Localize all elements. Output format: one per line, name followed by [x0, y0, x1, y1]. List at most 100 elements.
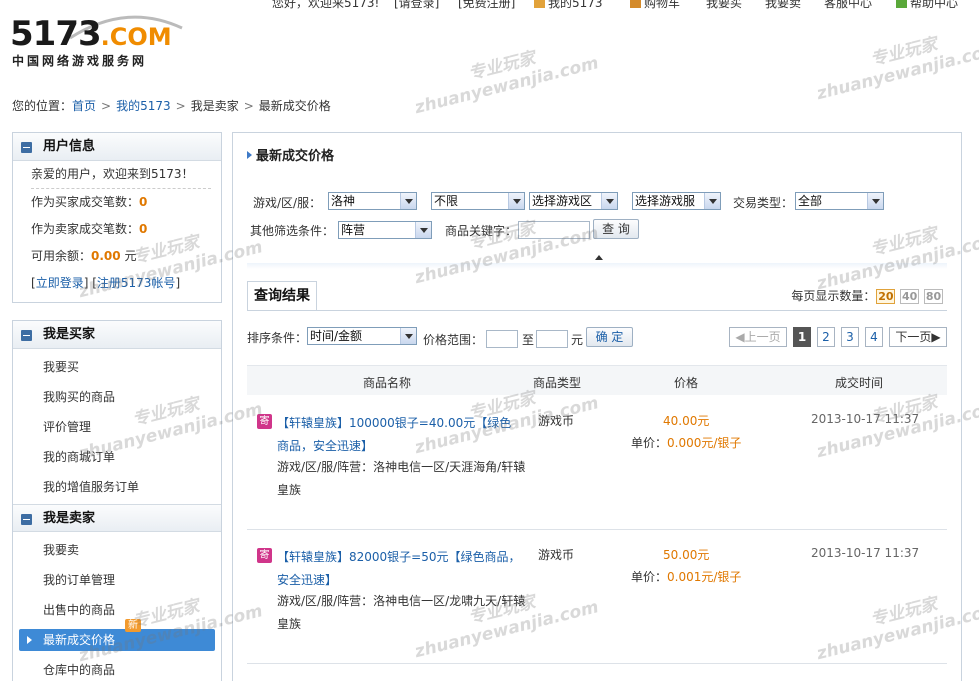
menu-item-on-sale[interactable]: 出售中的商品	[13, 595, 221, 625]
arrow-right-icon	[27, 636, 32, 644]
trade-type-label: 交易类型：	[733, 196, 794, 210]
side-menu-panel: 我是买家 我要买 我购买的商品 评价管理 我的商城订单 我的增值服务订单 我是卖…	[12, 320, 222, 681]
table-row: 寄 【轩辕皇族】82000银子=50元【绿色商品，安全迅速】 游戏/区/服/阵营…	[247, 530, 947, 664]
page-3[interactable]: 3	[841, 327, 859, 347]
page-4[interactable]: 4	[865, 327, 883, 347]
breadcrumb-home[interactable]: 首页	[72, 99, 96, 113]
price-max-input[interactable]	[536, 330, 568, 348]
tab-query-result[interactable]: 查询结果	[247, 281, 317, 311]
item-price: 40.00元	[663, 414, 710, 428]
welcome-text: 亲爱的用户，欢迎来到5173！	[31, 167, 194, 181]
arrow-left-icon: ◀	[735, 330, 745, 344]
item-name-link[interactable]: 【轩辕皇族】100000银子=40.00元【绿色商品，安全迅速】	[277, 412, 522, 458]
help-link[interactable]: 帮助中心	[896, 0, 958, 11]
menu-item-reviews[interactable]: 评价管理	[13, 412, 221, 442]
keyword-input[interactable]	[518, 221, 590, 239]
price-min-input[interactable]	[486, 330, 518, 348]
chevron-down-icon	[415, 222, 431, 238]
chevron-down-icon	[508, 193, 524, 209]
sort-select[interactable]: 时间/金额	[307, 327, 417, 345]
register-account-link[interactable]: 注册5173帐号	[97, 276, 176, 290]
cart-icon	[630, 0, 641, 8]
logo-subtitle: 中国网络游戏服务网	[12, 54, 148, 68]
item-type: 游戏币	[538, 548, 575, 562]
menu-item-my-orders[interactable]: 我的订单管理	[13, 565, 221, 595]
table-row: 寄 【轩辕皇族】100000银子=40.00元【绿色商品，安全迅速】 游戏/区/…	[247, 396, 947, 530]
chevron-down-icon	[601, 193, 617, 209]
balance: 可用余额：0.00 元	[31, 249, 137, 263]
price-to-label: 至	[522, 333, 535, 347]
triangle-icon	[247, 151, 252, 159]
breadcrumb-my5173[interactable]: 我的5173	[116, 99, 171, 113]
menu-item-vas-orders[interactable]: 我的增值服务订单	[13, 472, 221, 502]
menu-item-sell[interactable]: 我要卖	[13, 535, 221, 565]
service-link[interactable]: 客服中心	[824, 0, 872, 11]
greeting-text: 您好，欢迎来5173!	[272, 0, 380, 10]
next-page-button[interactable]: 下一页▶	[889, 327, 947, 347]
per-page-80[interactable]: 80	[924, 289, 943, 304]
price-range-label: 价格范围：	[423, 333, 484, 347]
keyword-label: 商品关键字：	[445, 224, 518, 238]
buyer-count: 作为买家成交笔数：0	[31, 195, 148, 209]
area-select[interactable]: 选择游戏区	[529, 192, 618, 210]
page-title: 最新成交价格	[247, 145, 334, 164]
register-link[interactable]: [免费注册]	[458, 0, 515, 11]
item-time: 2013-10-17 11:37	[811, 412, 920, 426]
menu-item-buy[interactable]: 我要买	[13, 352, 221, 382]
item-name-link[interactable]: 【轩辕皇族】82000银子=50元【绿色商品，安全迅速】	[277, 546, 522, 592]
chevron-down-icon	[867, 193, 883, 209]
menu-item-purchased[interactable]: 我购买的商品	[13, 382, 221, 412]
table-header: 商品名称 商品类型 价格 成交时间	[247, 365, 947, 395]
user-info-panel: 用户信息 亲爱的用户，欢迎来到5173！ 作为买家成交笔数：0 作为卖家成交笔数…	[12, 132, 222, 303]
collapse-icon[interactable]	[21, 514, 32, 525]
confirm-button[interactable]: 确 定	[586, 327, 633, 347]
faction-select[interactable]: 阵营	[338, 221, 432, 239]
consign-tag: 寄	[257, 414, 272, 429]
menu-item-mall-orders[interactable]: 我的商城订单	[13, 442, 221, 472]
collapse-filter-icon[interactable]	[595, 255, 603, 260]
sell-link[interactable]: 我要卖	[765, 0, 801, 11]
my5173-link[interactable]: 我的5173	[534, 0, 603, 11]
other-filter-label: 其他筛选条件：	[250, 224, 335, 238]
menu-item-latest-prices[interactable]: 最新成交价格 新	[19, 619, 215, 651]
watermark: 专业玩家 zhuanyewanjia.com	[814, 34, 979, 105]
server-select[interactable]: 选择游戏服	[632, 192, 721, 210]
breadcrumb-current: 最新成交价格	[258, 99, 331, 113]
chevron-down-icon	[400, 193, 416, 209]
chevron-down-icon	[704, 193, 720, 209]
watermark: 专业玩家 zhuanyewanjia.com	[412, 48, 601, 119]
user-info-header[interactable]: 用户信息	[13, 133, 221, 161]
per-page-selector: 每页显示数量： 20 40 80	[791, 289, 943, 304]
col-type: 商品类型	[533, 376, 582, 390]
main-content: 最新成交价格 游戏/区/服： 洛神 不限 选择游戏区 选择游戏服 交易类型： 全…	[232, 132, 962, 681]
buyer-menu-header[interactable]: 我是买家	[13, 321, 221, 349]
buy-link[interactable]: 我要买	[706, 0, 742, 11]
seller-menu-header[interactable]: 我是卖家	[13, 504, 221, 532]
collapse-icon[interactable]	[21, 330, 32, 341]
arrow-right-icon: ▶	[931, 330, 941, 344]
page-2[interactable]: 2	[817, 327, 835, 347]
help-icon	[896, 0, 907, 8]
cart-link[interactable]: 购物车	[630, 0, 680, 11]
prev-page-button[interactable]: ◀上一页	[729, 327, 787, 347]
new-badge: 新	[125, 619, 141, 632]
item-path: 游戏/区/服/阵营：洛神电信一区/天涯海角/轩辕皇族	[277, 460, 526, 497]
game-select[interactable]: 洛神	[328, 192, 417, 210]
login-now-link[interactable]: 立即登录	[36, 276, 84, 290]
item-path: 游戏/区/服/阵营：洛神电信一区/龙啸九天/轩辕皇族	[277, 594, 526, 631]
unlimited-select[interactable]: 不限	[431, 192, 525, 210]
item-unit-price: 单价：0.001元/银子	[631, 570, 742, 584]
trade-type-select[interactable]: 全部	[795, 192, 884, 210]
site-logo[interactable]: 5173.COM 中国网络游戏服务网	[10, 15, 190, 72]
login-link[interactable]: [请登录]	[394, 0, 439, 11]
page-1[interactable]: 1	[793, 327, 811, 347]
per-page-40[interactable]: 40	[900, 289, 920, 304]
chevron-down-icon	[400, 328, 416, 344]
top-nav: 您好，欢迎来5173! [请登录] [免费注册] 我的5173 购物车 我要买 …	[272, 0, 979, 10]
breadcrumb: 您的位置：首页 > 我的5173 > 我是卖家 > 最新成交价格	[12, 99, 331, 113]
item-unit-price: 单价：0.000元/银子	[631, 436, 742, 450]
per-page-20[interactable]: 20	[876, 289, 896, 304]
collapse-icon[interactable]	[21, 142, 32, 153]
menu-item-warehouse[interactable]: 仓库中的商品	[13, 655, 221, 681]
query-button[interactable]: 查 询	[593, 219, 639, 239]
